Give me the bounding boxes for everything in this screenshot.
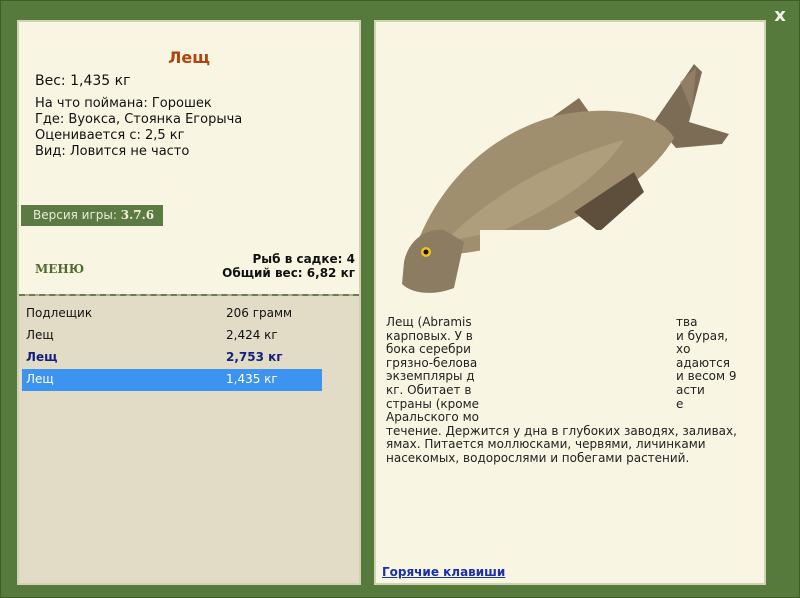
keepnet-total: Общий вес: 6,82 кг	[222, 266, 355, 280]
list-item-name: Лещ	[26, 350, 58, 364]
list-item-weight: 206 грамм	[226, 306, 293, 320]
version-label: Версия игры:	[33, 208, 117, 222]
version-value: 3.7.6	[120, 208, 155, 222]
list-item-name: Лещ	[26, 328, 54, 342]
fish-encyclopedia-panel: Лещ (Abramis тва карповых. У ви бурая, бо…	[374, 20, 766, 585]
fish-value: Оценивается с: 2,5 кг	[35, 128, 185, 143]
close-icon[interactable]: x	[770, 6, 790, 26]
keepnet-info: Рыб в садке: 4 Общий вес: 6,82 кг	[222, 252, 355, 280]
catch-info-panel: Лещ Вес: 1,435 кг На что поймана: Гороше…	[17, 20, 361, 585]
fish-name: Лещ	[168, 48, 210, 67]
list-item[interactable]: Лещ 2,753 кг	[22, 347, 322, 369]
menu-button[interactable]: МЕНЮ	[35, 262, 84, 276]
fish-weight: Вес: 1,435 кг	[35, 73, 131, 89]
list-item-weight: 1,435 кг	[226, 372, 278, 386]
keepnet-count: Рыб в садке: 4	[252, 252, 356, 266]
fish-description: Лещ (Abramis тва карповых. У ви бурая, бо…	[386, 315, 737, 465]
list-item-weight: 2,424 кг	[226, 328, 278, 342]
game-window-frame: x Лещ Вес: 1,435 кг На что поймана: Горо…	[0, 0, 800, 598]
fish-details: Лещ Вес: 1,435 кг На что поймана: Гороше…	[19, 22, 359, 294]
list-item-name: Лещ	[26, 372, 54, 386]
bream-picture	[402, 64, 754, 302]
fish-bait: На что поймана: Горошек	[35, 96, 212, 111]
version-bar: Версия игры: 3.7.6	[21, 205, 163, 226]
fish-location: Где: Вуокса, Стоянка Егорыча	[35, 112, 243, 127]
hotkeys-link[interactable]: Горячие клавиши	[382, 565, 505, 579]
list-item-selected[interactable]: Лещ 1,435 кг	[22, 369, 322, 391]
list-item-name: Подлещик	[26, 306, 93, 320]
list-item[interactable]: Лещ 2,424 кг	[22, 325, 322, 347]
catch-list: Подлещик 206 грамм Лещ 2,424 кг Лещ 2,75…	[19, 296, 359, 583]
fish-rarity: Вид: Ловится не часто	[35, 144, 190, 159]
list-item[interactable]: Подлещик 206 грамм	[22, 303, 322, 325]
list-item-weight: 2,753 кг	[226, 350, 283, 364]
